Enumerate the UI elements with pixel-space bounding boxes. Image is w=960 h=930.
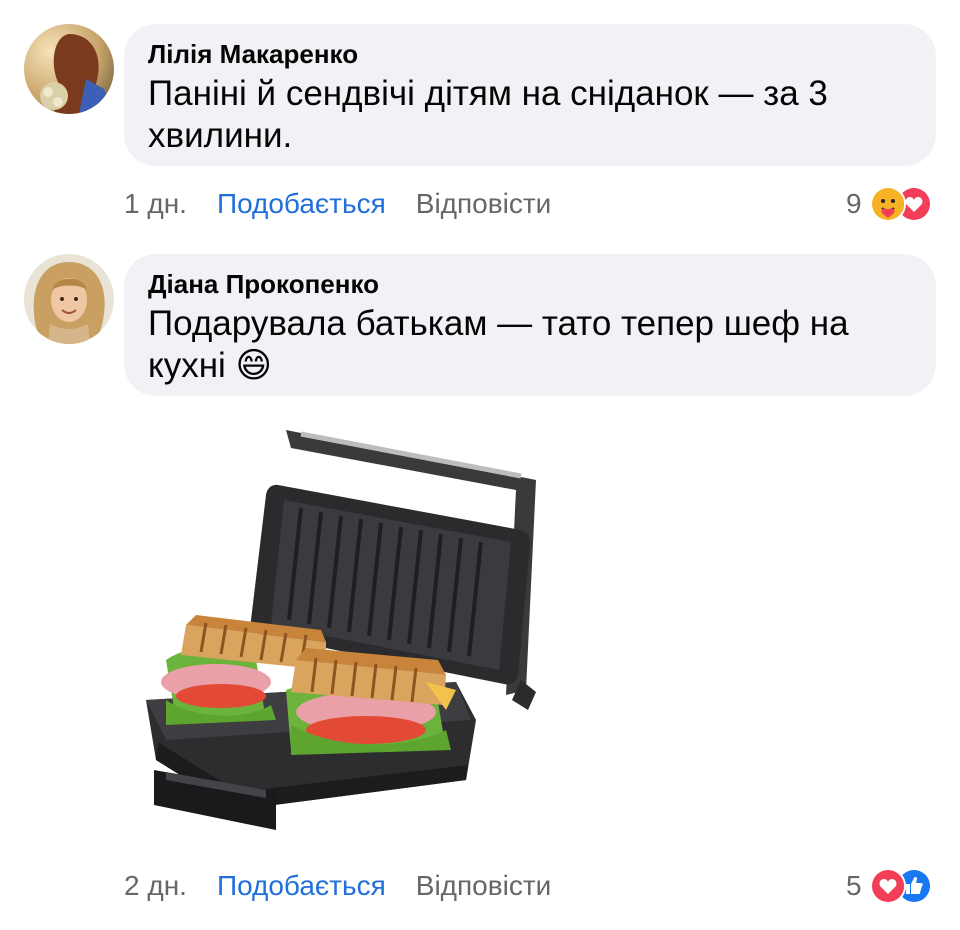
reaction-count: 9 [846,188,862,219]
like-button[interactable]: Подобається [217,870,386,902]
comment-time[interactable]: 2 дн. [124,870,187,902]
care-icon [869,186,906,222]
comment-actions: 2 дн. Подобається Відповісти [124,866,551,906]
comment-bubble: Діана Прокопенко Подарувала батькам — та… [124,254,936,396]
comment-time[interactable]: 1 дн. [124,188,187,220]
reaction-summary[interactable]: 9 [846,184,932,224]
comment-text: Подарувала батькам — тато тепер шеф на к… [148,304,849,385]
comment-bubble: Лілія Макаренко Паніні й сендвічі дітям … [124,24,936,166]
like-button[interactable]: Подобається [217,188,386,220]
reaction-count: 5 [846,870,862,901]
comment-author[interactable]: Лілія Макаренко [148,38,910,70]
reply-button[interactable]: Відповісти [416,188,552,220]
comment-author[interactable]: Діана Прокопенко [148,268,910,300]
avatar[interactable] [24,24,114,114]
avatar[interactable] [24,254,114,344]
comment-text: Паніні й сендвічі дітям на сніданок — за… [148,74,828,155]
comment-attachment-image[interactable] [126,420,566,840]
reaction-summary[interactable]: 5 [846,866,932,906]
comment-actions: 1 дн. Подобається Відповісти [124,184,551,224]
love-icon [869,868,906,904]
reply-button[interactable]: Відповісти [416,870,552,902]
